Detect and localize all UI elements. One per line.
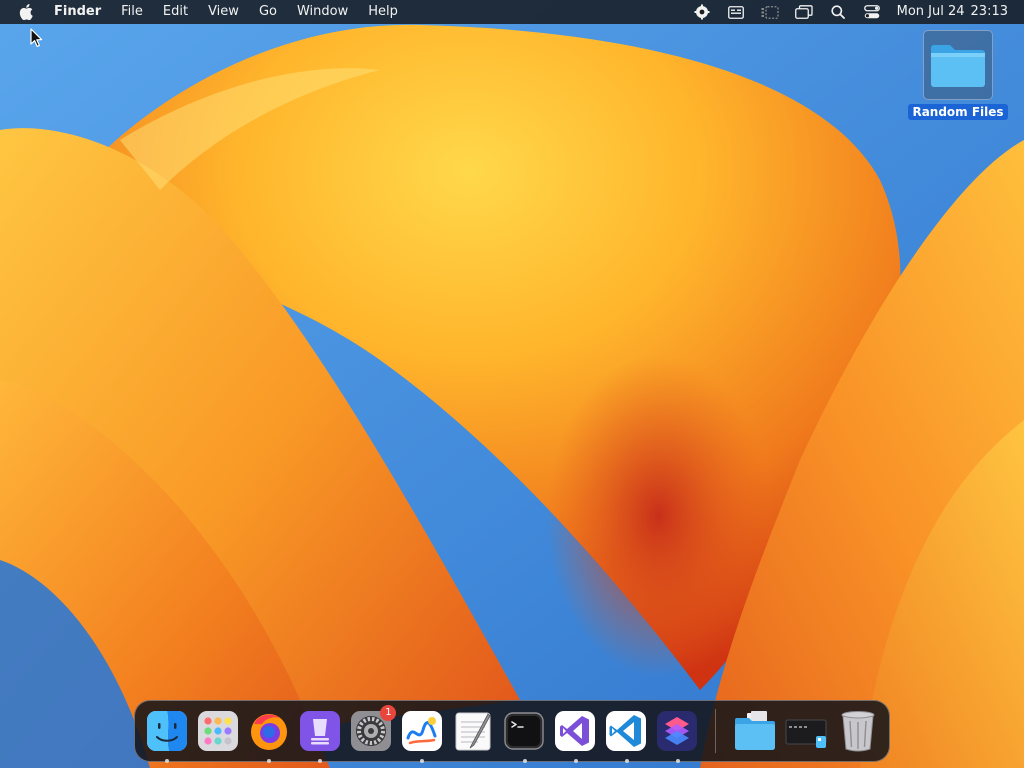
running-indicator [624, 759, 629, 763]
dock-app-textedit[interactable] [449, 707, 496, 755]
apple-menu-icon[interactable] [6, 0, 46, 24]
menu-app-name[interactable]: Finder [46, 0, 111, 24]
running-indicator [675, 759, 680, 763]
terminal-icon [504, 712, 544, 750]
dock-app-system-settings[interactable]: 1 [347, 705, 397, 755]
finder-icon [146, 711, 187, 751]
dock-app-launchpad[interactable] [194, 707, 241, 755]
screen-recorder-icon[interactable] [685, 0, 719, 24]
dock-app-freeform[interactable] [398, 707, 445, 763]
control-center-icon[interactable] [855, 0, 889, 24]
apple-configurator-icon [299, 711, 340, 751]
running-indicator [573, 759, 578, 763]
notification-badge: 1 [380, 705, 397, 721]
downloads-folder-icon [735, 711, 776, 750]
running-indicator [522, 759, 527, 763]
desktop-wallpaper [0, 0, 1024, 768]
dock-app-terminal[interactable] [501, 707, 548, 763]
dock-stack-downloads[interactable] [732, 707, 779, 755]
dock-app-finder[interactable] [143, 707, 190, 763]
screenshots-stack-icon [785, 719, 827, 748]
display-mirroring-icon[interactable] [787, 0, 821, 24]
menu-edit[interactable]: Edit [153, 0, 198, 24]
firefox-icon [250, 714, 287, 750]
menu-file[interactable]: File [111, 0, 153, 24]
mouse-pointer-icon [30, 28, 44, 48]
vscode-icon [606, 711, 647, 751]
dock: 1 [134, 700, 890, 763]
running-indicator [165, 759, 169, 763]
menu-view[interactable]: View [198, 0, 249, 24]
dock-stack-screenshots[interactable] [783, 707, 830, 755]
shortcuts-icon [657, 711, 698, 751]
dock-app-visual-studio[interactable] [552, 707, 599, 763]
dock-separator [714, 709, 716, 753]
folder-icon[interactable] [923, 30, 993, 100]
desktop-folder-label[interactable]: Random Files [908, 104, 1008, 120]
desktop-folder-random-files[interactable]: Random Files [908, 30, 1008, 120]
visual-studio-icon [555, 711, 596, 751]
freeform-icon [401, 711, 442, 751]
dock-app-apple-configurator[interactable] [296, 707, 343, 763]
menu-bar-clock[interactable]: Mon Jul 24 23:13 [889, 0, 1024, 24]
menu-go[interactable]: Go [249, 0, 287, 24]
keyboard-input-icon[interactable] [719, 0, 753, 24]
clock-date: Mon Jul 24 [896, 4, 965, 19]
spotlight-search-icon[interactable] [821, 0, 855, 24]
menu-help[interactable]: Help [358, 0, 408, 24]
dock-app-vscode[interactable] [603, 707, 650, 763]
menu-bar: Finder File Edit View Go Window Help Mon… [0, 0, 1024, 24]
dock-app-shortcuts[interactable] [654, 707, 701, 763]
launchpad-icon [197, 711, 238, 751]
clock-time: 23:13 [970, 4, 1008, 19]
dock-trash[interactable] [834, 707, 881, 755]
trash-icon [841, 711, 875, 752]
textedit-icon [455, 712, 491, 751]
menu-window[interactable]: Window [287, 0, 358, 24]
dock-app-firefox[interactable] [245, 707, 292, 763]
stage-manager-icon[interactable] [753, 0, 787, 24]
